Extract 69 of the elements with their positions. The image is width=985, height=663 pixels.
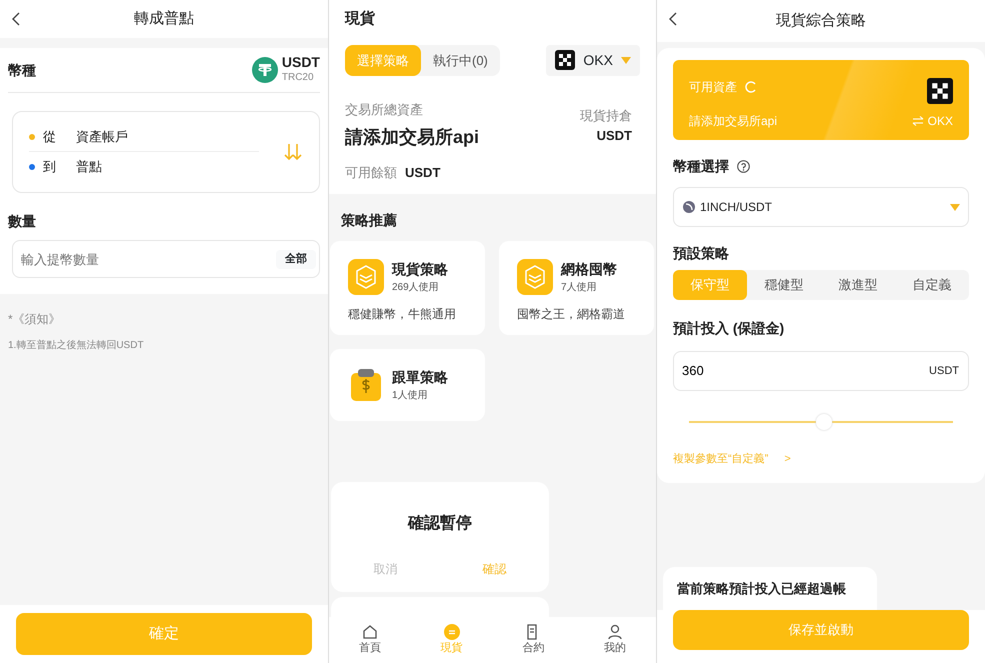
section-title: 預計投入 (保證金)	[673, 318, 786, 338]
preset-tab[interactable]: 穩健型	[747, 270, 821, 300]
nav-item[interactable]: 合約	[522, 624, 544, 656]
unit-label: USDT	[929, 364, 959, 378]
dot-icon	[29, 134, 35, 140]
holdings-value: USDT	[596, 126, 632, 144]
strategy-card[interactable]: 網格囤幣 7人使用 囤幣之王，網格霸道	[499, 241, 654, 335]
coin-icon	[444, 624, 460, 640]
exchange-logo-icon	[927, 78, 953, 104]
strategy-description: 穩健賺幣，牛熊通用	[348, 306, 457, 323]
holdings-label: 現貨持倉	[580, 107, 632, 125]
exchange-logo-icon	[555, 50, 576, 70]
coin-icon	[252, 57, 278, 83]
slider-thumb[interactable]	[816, 414, 832, 430]
home-icon	[362, 624, 378, 640]
strategy-card[interactable]: 現貨策略 269人使用 穩健賺幣，牛熊通用	[330, 241, 485, 335]
pair-select[interactable]: 1INCH/USDT	[673, 187, 969, 227]
coin-name: USDT	[282, 55, 320, 70]
account-name[interactable]: 普點	[76, 157, 102, 177]
balance-label: 可用資產	[689, 79, 737, 96]
field-label: 幣種	[8, 60, 36, 80]
coin-icon	[682, 200, 696, 214]
section-title: 策略推薦	[341, 211, 398, 230]
preset-tab[interactable]: 激進型	[821, 270, 895, 300]
direction-label: 到	[43, 158, 56, 176]
nav-item[interactable]: 我的	[604, 624, 626, 656]
section-title: 幣種選擇	[673, 157, 729, 176]
notice-title: *《須知》	[8, 311, 62, 328]
field-label: 數量	[8, 212, 37, 231]
caret-icon	[621, 56, 631, 64]
usage-count: 1人使用	[392, 389, 429, 403]
layers-icon	[517, 259, 553, 295]
exchange-dropdown[interactable]: OKX	[546, 44, 640, 76]
caret-icon	[950, 204, 960, 210]
back-icon[interactable]	[667, 12, 679, 26]
clipboard-icon	[348, 367, 384, 403]
page-title: 現貨	[345, 9, 376, 29]
strategy-card[interactable]: 跟單策略 1人使用	[330, 349, 485, 421]
page-title: 現貨綜合策略	[776, 10, 866, 31]
help-icon[interactable]	[737, 160, 750, 173]
note-text: 1.轉至普點之後無法轉回USDT	[8, 338, 145, 353]
assets-label: 交易所總資產	[345, 101, 424, 119]
direction-label: 從	[43, 128, 56, 146]
strategy-name: 網格囤幣	[561, 260, 617, 279]
account-name[interactable]: 資產帳戶	[76, 126, 128, 146]
network-label: TRC20	[282, 71, 315, 85]
person-icon	[607, 624, 624, 640]
tab[interactable]: 執行中(0)	[421, 44, 500, 76]
balance-label: 可用餘額	[345, 164, 397, 182]
strategy-name: 現貨策略	[392, 260, 448, 279]
page-title: 轉成普點	[134, 8, 194, 29]
swap-icon[interactable]	[283, 142, 303, 162]
preset-tab[interactable]: 自定義	[895, 270, 969, 300]
assets-value: 請添加交易所api	[345, 126, 480, 149]
balance-value: 請添加交易所api	[689, 113, 778, 130]
strategy-description: 囤幣之王，網格霸道	[517, 306, 626, 323]
balance-value: USDT	[405, 164, 440, 182]
section-title: 預設策略	[673, 244, 730, 263]
layers-icon	[348, 259, 384, 295]
warning-text: 當前策略預計投入已經超過帳	[677, 580, 847, 598]
usage-count: 269人使用	[392, 281, 440, 295]
all-button[interactable]: 全部	[276, 250, 316, 268]
back-icon[interactable]	[10, 12, 22, 26]
usage-count: 7人使用	[561, 281, 598, 295]
dialog-title: 確認暫停	[406, 513, 473, 534]
nav-item[interactable]: 首頁	[358, 624, 381, 656]
dot-icon	[29, 164, 35, 170]
refresh-icon[interactable]	[745, 81, 757, 93]
strategy-name: 跟單策略	[392, 368, 448, 387]
